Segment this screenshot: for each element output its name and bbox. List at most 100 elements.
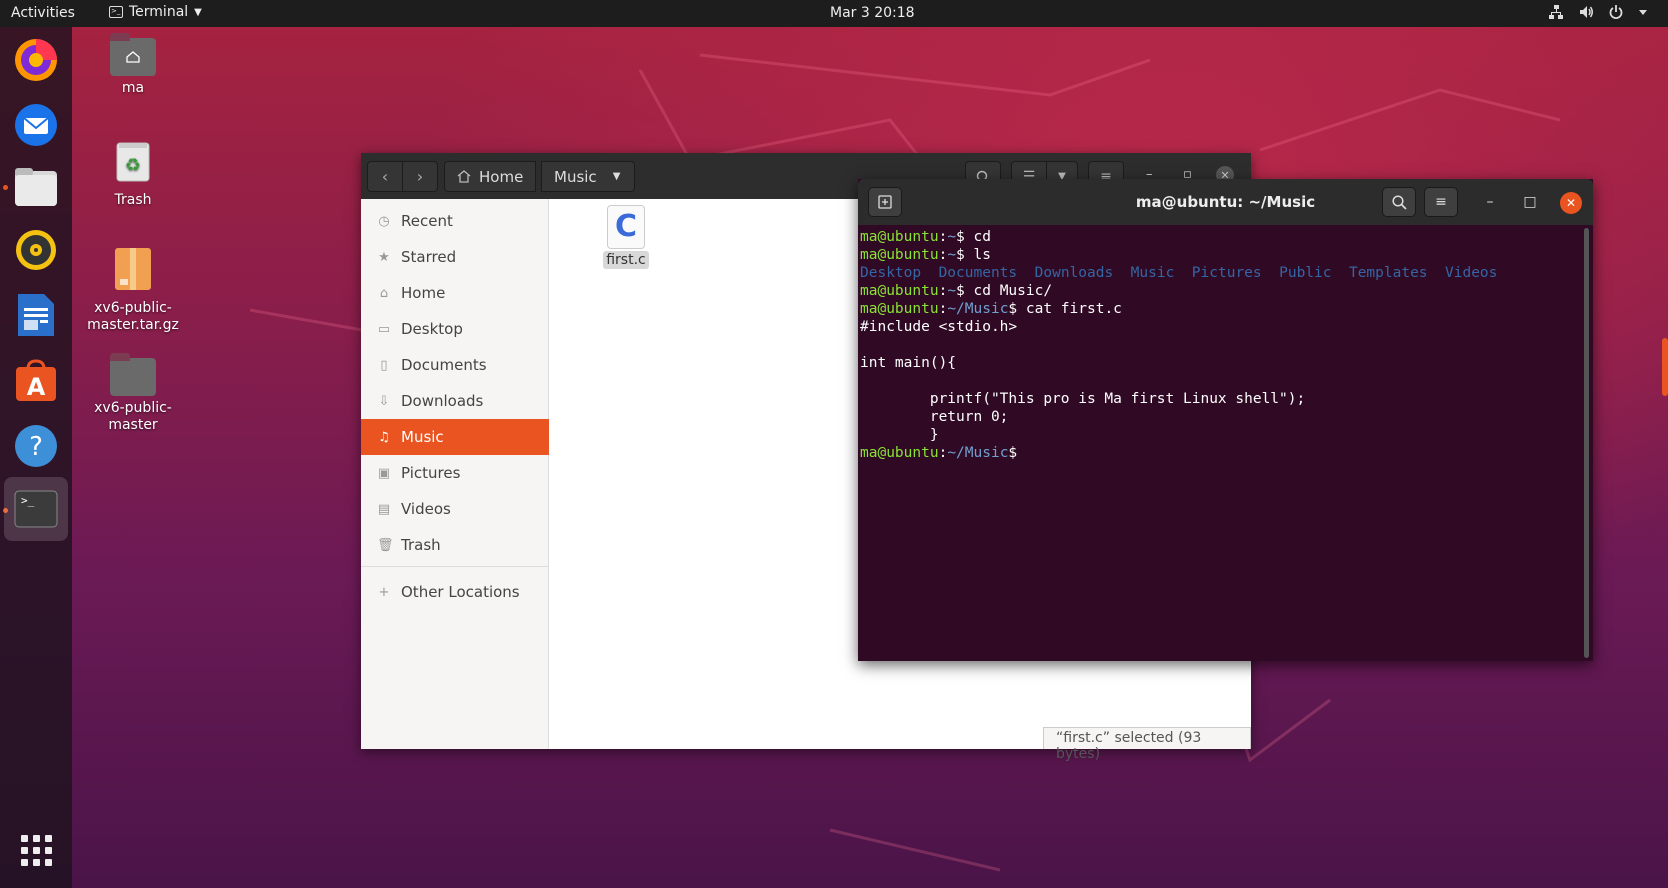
sidebar-item-label: Documents	[401, 356, 487, 374]
close-button[interactable]: ✕	[1560, 192, 1582, 214]
maximize-button[interactable]: □	[1518, 190, 1542, 214]
desktop-icon-folder[interactable]: xv6-public-master	[78, 353, 188, 434]
terminal-text: ~/Music	[947, 301, 1009, 317]
breadcrumb-home[interactable]: Home	[444, 161, 537, 192]
ubuntu-software-icon[interactable]: A	[10, 355, 62, 407]
files-sidebar: ◷ Recent ★ Starred ⌂ Home ▭ Desktop ▯ Documen…	[361, 199, 549, 749]
desktop-icon-label: Trash	[114, 192, 152, 208]
app-menu[interactable]: >_ Terminal ▼	[109, 4, 202, 20]
terminal-text: #include <stdio.h>	[860, 319, 1018, 335]
terminal-line: return 0;	[860, 408, 1575, 426]
terminal-output[interactable]: ma@ubuntu:~$ cd ma@ubuntu:~$ ls Desktop Do…	[860, 228, 1575, 658]
menu-button[interactable]: ≡	[1424, 187, 1458, 217]
thunderbird-icon[interactable]	[10, 99, 62, 151]
sidebar-item-home[interactable]: ⌂ Home	[361, 275, 549, 311]
terminal-line: }	[860, 426, 1575, 444]
terminal-text: ma@ubuntu	[860, 283, 939, 299]
grid-icon	[20, 834, 52, 866]
home-icon	[457, 170, 471, 183]
breadcrumb-label: Home	[479, 167, 524, 186]
download-icon: ⇩	[378, 393, 390, 409]
svg-text:A: A	[27, 373, 46, 401]
terminal-window: ma@ubuntu: ~/Music ≡ – □ ✕ ma@ubuntu:~$ …	[858, 179, 1593, 661]
document-icon: ▯	[380, 357, 388, 373]
sidebar-item-desktop[interactable]: ▭ Desktop	[361, 311, 549, 347]
sidebar-divider	[361, 566, 549, 567]
terminal-line: printf("This pro is Ma first Linux shell…	[860, 390, 1575, 408]
breadcrumb-music[interactable]: Music ▼	[541, 161, 635, 192]
show-applications-button[interactable]	[10, 824, 62, 876]
firefox-icon[interactable]	[10, 34, 62, 86]
video-icon: ▤	[377, 501, 391, 517]
terminal-text: $ cd Music/	[956, 283, 1053, 299]
sidebar-item-pictures[interactable]: ▣ Pictures	[361, 455, 549, 491]
status-bar: “first.c” selected (93 bytes)	[1043, 727, 1251, 762]
desktop-icon-label: xv6-public-master.tar.gz	[87, 300, 179, 333]
system-tray[interactable]	[1548, 4, 1648, 20]
help-icon[interactable]: ?	[10, 420, 62, 472]
sidebar-item-label: Home	[401, 284, 446, 302]
terminal-headerbar: ma@ubuntu: ~/Music ≡ – □ ✕	[858, 179, 1593, 225]
terminal-text: $ cd	[956, 229, 991, 245]
minimize-button[interactable]: –	[1478, 190, 1502, 214]
sidebar-item-documents[interactable]: ▯ Documents	[361, 347, 549, 383]
dock: A ? >_	[0, 27, 72, 888]
desktop-icon-trash[interactable]: ♻ Trash	[78, 141, 188, 209]
terminal-scrollbar[interactable]	[1584, 228, 1589, 658]
terminal-text: ~/Music	[947, 445, 1009, 461]
desktop-icon-home[interactable]: ma	[78, 33, 188, 97]
terminal-line: ma@ubuntu:~/Music$	[860, 444, 1575, 462]
file-item-first-c[interactable]: C first.c	[601, 205, 651, 269]
terminal-text: return 0;	[860, 409, 1009, 425]
terminal-text: Documents	[938, 265, 1018, 281]
search-button[interactable]	[1382, 187, 1416, 217]
desktop-icon-label: ma	[121, 80, 145, 96]
sidebar-item-recent[interactable]: ◷ Recent	[361, 203, 549, 239]
terminal-text: :	[938, 229, 948, 245]
terminal-text: Pictures	[1191, 265, 1262, 281]
terminal-line: ma@ubuntu:~/Music$ cat first.c	[860, 300, 1575, 318]
activities-button[interactable]: Activities	[11, 5, 75, 21]
terminal-text: Templates	[1348, 265, 1428, 281]
terminal-text: ma@ubuntu	[860, 301, 939, 317]
volume-icon	[1580, 6, 1593, 18]
star-icon: ★	[378, 249, 390, 265]
terminal-line	[860, 372, 1575, 390]
rhythmbox-icon[interactable]	[10, 224, 62, 276]
back-button[interactable]: ‹	[367, 161, 403, 192]
terminal-text: Downloads	[1034, 265, 1114, 281]
libreoffice-writer-icon[interactable]	[10, 289, 62, 341]
terminal-line	[860, 336, 1575, 354]
archive-icon	[78, 247, 188, 296]
desktop-icon-archive[interactable]: xv6-public-master.tar.gz	[78, 247, 188, 334]
clock[interactable]: Mar 3 20:18	[830, 5, 915, 21]
terminal-text: ma@ubuntu	[860, 445, 939, 461]
sidebar-item-music[interactable]: ♫ Music	[361, 419, 549, 455]
clock-icon: ◷	[378, 213, 390, 229]
sidebar-item-label: Other Locations	[401, 583, 520, 601]
app-menu-label: Terminal	[129, 4, 189, 20]
sidebar-item-downloads[interactable]: ⇩ Downloads	[361, 383, 549, 419]
sidebar-item-trash[interactable]: 🗑 Trash	[361, 527, 549, 563]
running-indicator	[3, 185, 8, 190]
terminal-text: int main(){	[860, 355, 957, 371]
sidebar-item-label: Downloads	[401, 392, 484, 410]
files-icon[interactable]	[10, 161, 62, 213]
power-icon	[1609, 5, 1623, 19]
sidebar-item-other-locations[interactable]: + Other Locations	[361, 574, 549, 610]
terminal-icon[interactable]: >_	[4, 477, 68, 541]
music-icon: ♫	[378, 429, 390, 445]
folder-icon: ▭	[377, 321, 391, 337]
terminal-text: Music	[1130, 265, 1175, 281]
terminal-text: ~	[947, 283, 957, 299]
home-icon: ⌂	[379, 285, 389, 301]
plus-icon: +	[378, 584, 390, 600]
svg-text:>_: >_	[21, 494, 35, 507]
sidebar-item-starred[interactable]: ★ Starred	[361, 239, 549, 275]
terminal-text: Videos	[1445, 265, 1498, 281]
sidebar-item-videos[interactable]: ▤ Videos	[361, 491, 549, 527]
forward-button[interactable]: ›	[402, 161, 438, 192]
